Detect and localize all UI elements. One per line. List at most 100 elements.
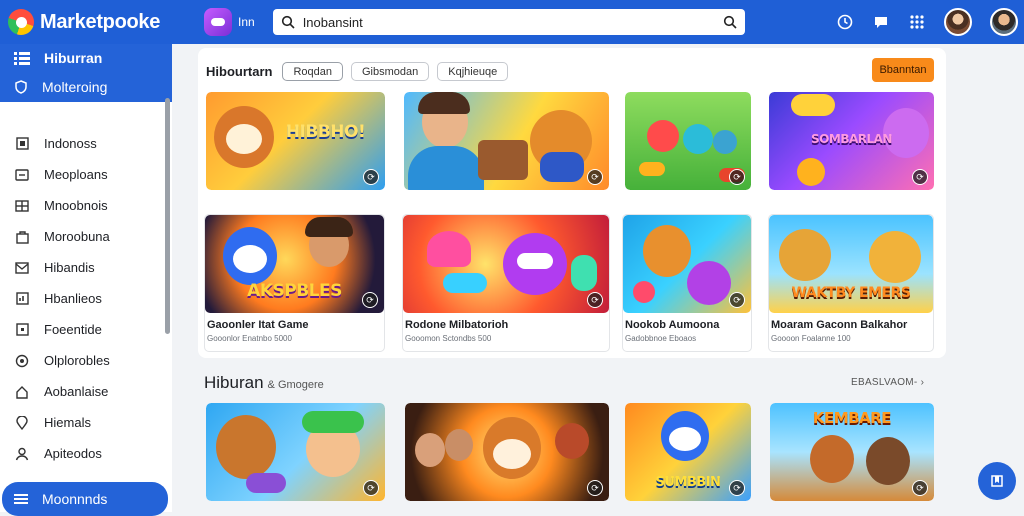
sidebar-item[interactable]: Hiemals xyxy=(0,407,168,438)
brand[interactable]: Marketpooke xyxy=(8,9,168,35)
cta-button[interactable]: Bbanntan xyxy=(872,58,934,82)
avatar[interactable] xyxy=(944,8,972,36)
section-subtitle: & Gmogere xyxy=(267,379,324,391)
feedback-button[interactable] xyxy=(978,462,1016,500)
game-card[interactable]: SOMBARLAN ⟳ xyxy=(769,92,934,190)
see-all-link[interactable]: EBASLVAOM- › xyxy=(851,377,924,388)
grid-icon xyxy=(14,198,30,214)
app-label: Inn xyxy=(238,15,255,29)
search-icon xyxy=(281,15,295,29)
game-art-title: AKSPBLES xyxy=(247,281,342,301)
game-art-title: SOMBARLAN xyxy=(811,132,892,146)
game-thumbnail: ⟳ xyxy=(405,403,609,501)
sidebar-item-label: Indonoss xyxy=(44,136,97,151)
sidebar-item[interactable]: Indonoss xyxy=(0,128,168,159)
list-icon xyxy=(14,167,30,183)
game-thumbnail: HIBBHO! ⟳ xyxy=(206,92,385,190)
search-bar xyxy=(272,9,745,35)
brand-logo-icon xyxy=(8,9,34,35)
card-title: Moaram Gaconn Balkahor xyxy=(771,319,908,331)
top-bar: Marketpooke Inn xyxy=(0,0,1024,44)
book-icon xyxy=(991,475,1003,487)
home-icon xyxy=(14,384,30,400)
play-badge-icon: ⟳ xyxy=(912,169,928,185)
game-card[interactable]: ⟳ xyxy=(625,92,751,190)
sidebar-item-active-label: Molteroing xyxy=(42,79,108,95)
apps-grid-icon[interactable] xyxy=(908,13,926,31)
sidebar-item-label: Hiemals xyxy=(44,415,91,430)
game-thumbnail: ⟳ xyxy=(623,215,751,313)
sidebar-item[interactable]: Hibandis xyxy=(0,252,168,283)
brand-name: Marketpooke xyxy=(40,10,161,33)
sidebar-title[interactable]: Hiburran xyxy=(0,44,172,72)
sidebar-item-active[interactable]: Molteroing xyxy=(0,72,172,102)
play-badge-icon: ⟳ xyxy=(729,169,745,185)
game-card[interactable]: HIBBHO! ⟳ xyxy=(206,92,385,190)
user-icon xyxy=(14,446,30,462)
card-subtitle: Gooonlor Enatnbo 5000 xyxy=(207,334,292,343)
game-card[interactable]: AKSPBLES ⟳ Gaoonler Itat Game Gooonlor E… xyxy=(204,214,385,352)
card-meta: Gaoonler Itat Game Gooonlor Enatnbo 5000 xyxy=(205,319,384,343)
play-badge-icon: ⟳ xyxy=(363,480,379,496)
card-meta: Moaram Gaconn Balkahor Goooon Foalanne 1… xyxy=(769,319,933,343)
game-card[interactable]: ⟳ Nookob Aumoona Gadobbnoe Eboaos xyxy=(622,214,752,352)
game-card[interactable]: ⟳ xyxy=(405,403,609,501)
card-subtitle: Gadobbnoe Eboaos xyxy=(625,334,697,343)
sidebar-item-label: Hibandis xyxy=(44,260,95,275)
game-art-title: WAKTBY EMERS xyxy=(791,285,911,301)
bag-icon xyxy=(14,229,30,245)
game-thumbnail: ⟳ xyxy=(403,215,609,313)
play-badge-icon: ⟳ xyxy=(729,480,745,496)
sidebar-item[interactable]: Olplorobles xyxy=(0,345,168,376)
sidebar-item-label: Meoploans xyxy=(44,167,108,182)
lines-icon xyxy=(14,494,28,504)
game-card[interactable]: ⟳ Rodone Milbatorioh Gooomon Sctondbs 50… xyxy=(402,214,610,352)
sidebar-item-label: Olplorobles xyxy=(44,353,110,368)
filter-chip[interactable]: Kqjhieuqe xyxy=(437,62,509,81)
avatar-account[interactable] xyxy=(990,8,1018,36)
sidebar-list: Indonoss Meoploans Mnoobnois Moroobuna H… xyxy=(0,128,168,469)
chevron-right-icon: › xyxy=(920,377,925,388)
game-thumbnail: ⟳ xyxy=(206,403,385,501)
app-switcher[interactable]: Inn xyxy=(204,8,255,36)
sidebar-item-label: Hbanlieos xyxy=(44,291,102,306)
chat-icon[interactable] xyxy=(872,13,890,31)
sidebar-item[interactable]: Aobanlaise xyxy=(0,376,168,407)
play-badge-icon: ⟳ xyxy=(587,169,603,185)
game-thumbnail: ⟳ xyxy=(404,92,609,190)
sidebar-item[interactable]: Hbanlieos xyxy=(0,283,168,314)
square-icon xyxy=(14,322,30,338)
sidebar-item-label: Aobanlaise xyxy=(44,384,109,399)
sidebar-item-label: Mnoobnois xyxy=(44,198,108,213)
sidebar-item[interactable]: Apiteodos xyxy=(0,438,168,469)
sidebar-item-label: Apiteodos xyxy=(44,446,102,461)
menu-icon xyxy=(14,52,30,65)
game-thumbnail: KEMBARE ⟳ xyxy=(770,403,934,501)
sidebar-item[interactable]: Meoploans xyxy=(0,159,168,190)
game-card[interactable]: SUMBBIN ⟳ xyxy=(625,403,751,501)
clock-icon[interactable] xyxy=(836,13,854,31)
game-card[interactable]: WAKTBY EMERS Moaram Gaconn Balkahor Gooo… xyxy=(768,214,934,352)
game-art-title: HIBBHO! xyxy=(285,122,366,142)
box-icon xyxy=(14,136,30,152)
game-card[interactable]: KEMBARE ⟳ xyxy=(770,403,934,501)
sidebar-bottom-button[interactable]: Moonnnds xyxy=(2,482,168,516)
game-card[interactable]: ⟳ xyxy=(404,92,609,190)
search-input[interactable] xyxy=(302,14,715,30)
sidebar-item[interactable]: Moroobuna xyxy=(0,221,168,252)
section-header: Hiburan & Gmogere xyxy=(204,373,324,393)
filter-chip[interactable]: Gibsmodan xyxy=(351,62,430,81)
play-badge-icon: ⟳ xyxy=(587,292,603,308)
sidebar-item[interactable]: Foeentide xyxy=(0,314,168,345)
circle-icon xyxy=(14,353,30,369)
search-submit-icon[interactable] xyxy=(723,15,737,29)
card-subtitle: Goooon Foalanne 100 xyxy=(771,334,851,343)
panel-title: Hibourtarn xyxy=(206,64,273,79)
panel-header: Hibourtarn Roqdan Gibsmodan Kqjhieuqe xyxy=(206,62,509,81)
card-title: Gaoonler Itat Game xyxy=(207,319,309,331)
filter-chip[interactable]: Roqdan xyxy=(282,62,343,81)
sidebar-bottom-label: Moonnnds xyxy=(42,491,108,507)
card-meta: Rodone Milbatorioh Gooomon Sctondbs 500 xyxy=(403,319,609,343)
sidebar-item[interactable]: Mnoobnois xyxy=(0,190,168,221)
game-card[interactable]: ⟳ xyxy=(206,403,385,501)
